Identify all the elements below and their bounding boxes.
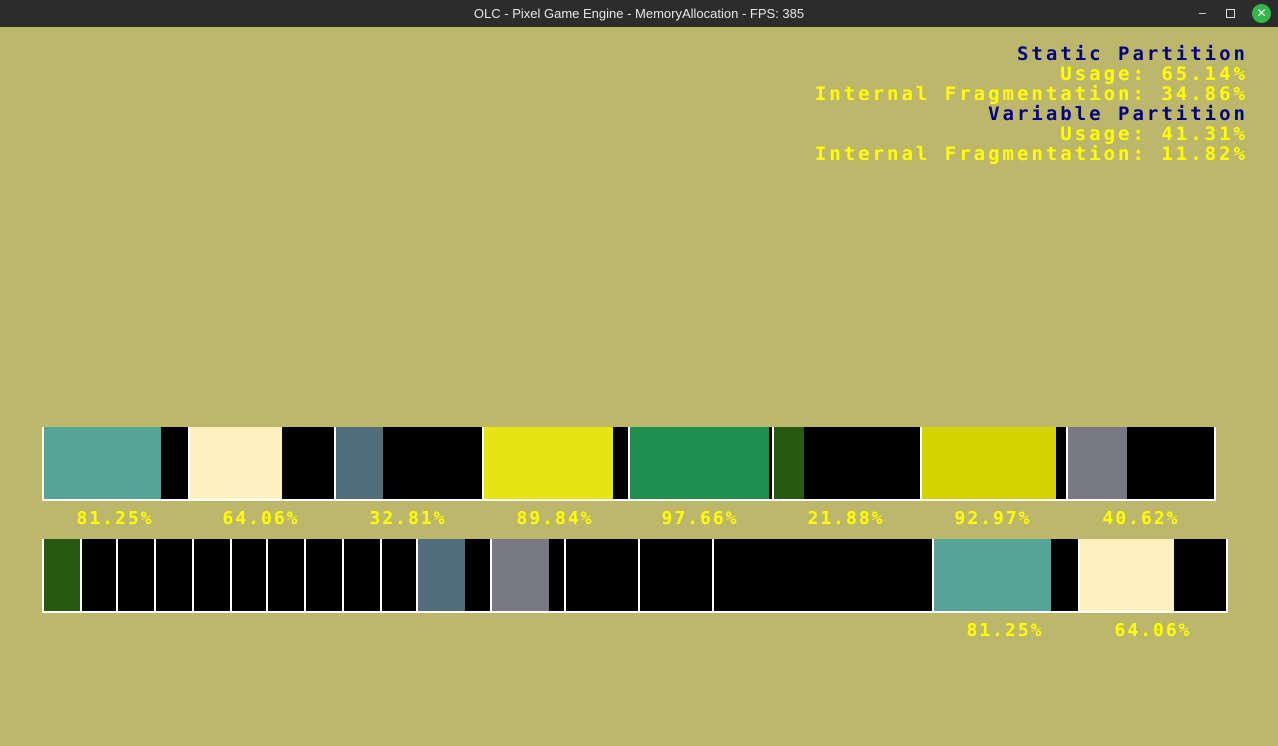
static-usage: Usage: 65.14% [1060, 63, 1248, 85]
variable-partition-block [304, 539, 342, 613]
variable-partition-block [932, 539, 1078, 613]
static-partition-block-divider [920, 427, 922, 501]
variable-partition-block-divider [116, 539, 118, 613]
variable-partition-block-used [42, 539, 80, 613]
static-partition-block-usage-label: 40.62% [1102, 508, 1180, 529]
variable-partition-block [42, 539, 80, 613]
variable-partition-block [154, 539, 192, 613]
static-partition-block [1066, 427, 1216, 501]
window-title: OLC - Pixel Game Engine - MemoryAllocati… [473, 6, 805, 21]
variable-partition-block-divider [490, 539, 492, 613]
static-partition-block-divider [772, 427, 774, 501]
static-partition-block-used [482, 427, 613, 501]
static-partition-block [334, 427, 482, 501]
minimize-button[interactable]: – [1193, 4, 1212, 23]
variable-partition-block [1078, 539, 1228, 613]
static-partition-block-usage-label: 97.66% [661, 508, 739, 529]
static-partition-block-usage-label: 21.88% [807, 508, 885, 529]
stats-panel: Static Partition Usage: 65.14% Internal … [815, 44, 1248, 164]
static-partition-block [920, 427, 1066, 501]
variable-partition-block [266, 539, 304, 613]
variable-partition-block [638, 539, 712, 613]
variable-partition-block-used [932, 539, 1051, 613]
variable-usage: Usage: 41.31% [1060, 123, 1248, 145]
variable-partition-block-divider [80, 539, 82, 613]
static-partition-block-divider [1066, 427, 1068, 501]
static-partition-block-divider [1214, 427, 1216, 501]
variable-partition-block [712, 539, 932, 613]
variable-partition-block [192, 539, 230, 613]
variable-partition-block-usage-label: 81.25% [966, 620, 1044, 641]
variable-partition-block-divider [42, 539, 44, 613]
variable-partition-block-usage-label: 64.06% [1114, 620, 1192, 641]
variable-partition-block-divider [932, 539, 934, 613]
variable-partition-block-divider [380, 539, 382, 613]
variable-partition-block-divider [266, 539, 268, 613]
static-partition-block-divider [334, 427, 336, 501]
static-partition-block-used [628, 427, 769, 501]
static-partition-block-divider [188, 427, 190, 501]
static-partition-block-divider [482, 427, 484, 501]
variable-partition-heading: Variable Partition [988, 103, 1248, 125]
variable-partition-block [490, 539, 564, 613]
variable-partition-block-divider [342, 539, 344, 613]
variable-fragmentation: Internal Fragmentation: 11.82% [814, 143, 1248, 165]
static-partition-block-divider [42, 427, 44, 501]
static-fragmentation: Internal Fragmentation: 34.86% [814, 83, 1248, 105]
static-partition-block-used [188, 427, 282, 501]
variable-partition-block-used [490, 539, 549, 613]
static-partition-block [188, 427, 334, 501]
variable-partition-block-divider [304, 539, 306, 613]
title-bar: OLC - Pixel Game Engine - MemoryAllocati… [0, 0, 1278, 27]
static-partition-block [482, 427, 628, 501]
static-partition-heading: Static Partition [1016, 43, 1248, 65]
static-partition-block-usage-label: 32.81% [369, 508, 447, 529]
maximize-button[interactable] [1221, 4, 1240, 23]
variable-partition-block-divider [230, 539, 232, 613]
static-partition-block [628, 427, 772, 501]
static-partition-block-used [42, 427, 161, 501]
variable-partition-block [342, 539, 380, 613]
static-partition-block-divider [628, 427, 630, 501]
static-partition-block [42, 427, 188, 501]
variable-partition-block-divider [564, 539, 566, 613]
static-partition-block-used [1066, 427, 1127, 501]
variable-partition-block [116, 539, 154, 613]
static-partition-block-usage-label: 92.97% [954, 508, 1032, 529]
static-partition-block-usage-label: 89.84% [516, 508, 594, 529]
static-partition-block-used [334, 427, 383, 501]
static-partition-block-used [772, 427, 804, 501]
variable-partition-block-divider [192, 539, 194, 613]
variable-partition-block-divider [154, 539, 156, 613]
variable-partition-block-divider [416, 539, 418, 613]
variable-partition-block [564, 539, 638, 613]
close-button[interactable]: ✕ [1252, 4, 1271, 23]
variable-partition-block [80, 539, 116, 613]
variable-partition-block-divider [712, 539, 714, 613]
static-partition-block-usage-label: 64.06% [222, 508, 300, 529]
variable-partition-block-used [1078, 539, 1174, 613]
static-partition-block-used [920, 427, 1056, 501]
variable-partition-block [380, 539, 416, 613]
static-partition-block [772, 427, 920, 501]
variable-partition-block-divider [1078, 539, 1080, 613]
static-partition-block-usage-label: 81.25% [76, 508, 154, 529]
maximize-icon [1226, 9, 1235, 18]
static-partition-bar [42, 427, 1216, 501]
variable-partition-block-divider [638, 539, 640, 613]
variable-partition-block [230, 539, 266, 613]
variable-partition-block [416, 539, 490, 613]
variable-partition-block-divider [1226, 539, 1228, 613]
variable-partition-bar [42, 539, 1228, 613]
variable-partition-block-used [416, 539, 465, 613]
